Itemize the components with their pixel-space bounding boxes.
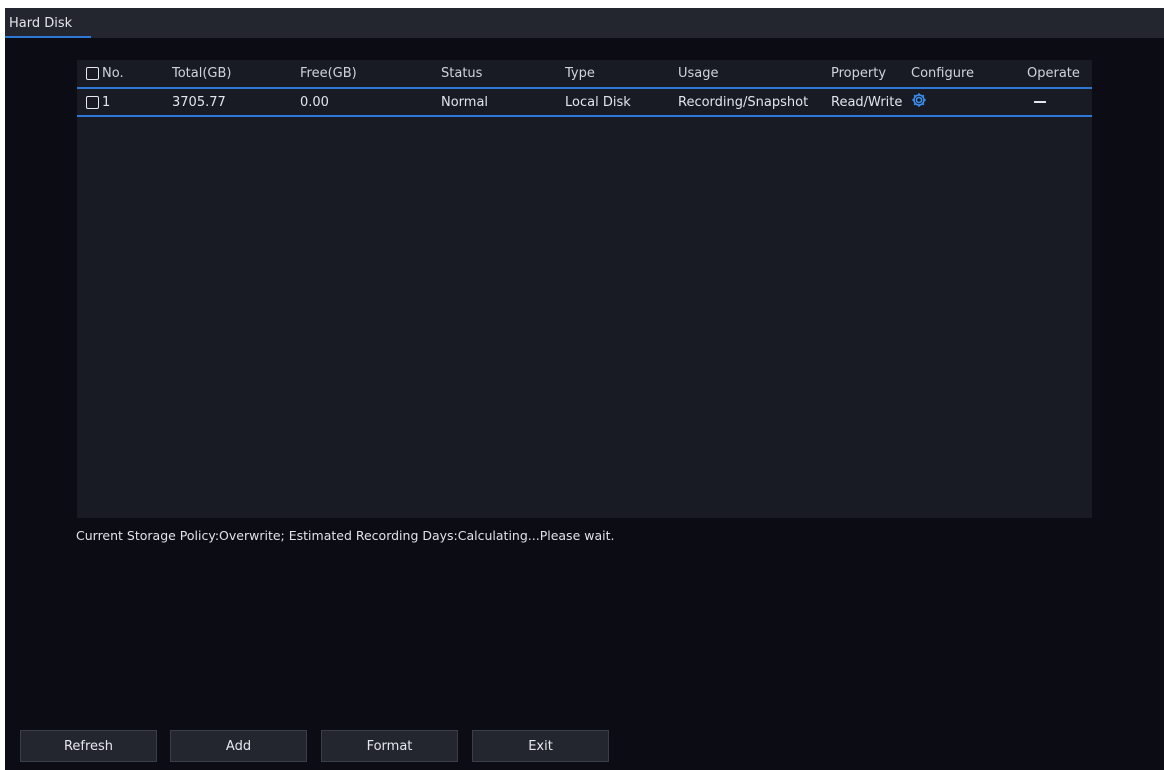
header-no-label: No. <box>102 66 124 81</box>
header-operate: Operate <box>1027 66 1080 81</box>
disk-table: No. Total(GB) Free(GB) Status Type Usage… <box>77 60 1092 518</box>
tab-hard-disk[interactable]: Hard Disk <box>5 8 76 38</box>
header-property: Property <box>831 66 887 81</box>
format-button[interactable]: Format <box>321 730 458 762</box>
gear-icon <box>912 93 926 107</box>
header-no: No. <box>86 66 124 81</box>
row-checkbox[interactable] <box>86 95 99 109</box>
table-header: No. Total(GB) Free(GB) Status Type Usage… <box>77 60 1092 87</box>
header-usage: Usage <box>678 66 719 81</box>
active-tab-indicator <box>5 36 91 38</box>
header-type: Type <box>565 66 595 81</box>
configure-button[interactable] <box>911 92 927 112</box>
header-free: Free(GB) <box>300 66 357 81</box>
header-configure: Configure <box>911 66 975 81</box>
row-divider <box>77 115 1092 117</box>
select-all-checkbox[interactable] <box>86 67 99 80</box>
storage-policy-text: Current Storage Policy:Overwrite; Estima… <box>76 528 615 543</box>
exit-button[interactable]: Exit <box>472 730 609 762</box>
tab-bar: Hard Disk <box>5 8 1164 38</box>
header-status: Status <box>441 66 483 81</box>
row-usage: Recording/Snapshot <box>678 94 809 110</box>
row-free: 0.00 <box>300 94 329 110</box>
row-no-value: 1 <box>102 94 111 110</box>
add-button[interactable]: Add <box>170 730 307 762</box>
row-no: 1 <box>86 95 110 110</box>
hard-disk-window: Hard Disk No. Total(GB) Free(GB) Status … <box>5 8 1164 770</box>
row-operate <box>1027 95 1046 110</box>
row-property: Read/Write <box>831 94 903 110</box>
row-status: Normal <box>441 94 489 110</box>
tab-hard-disk-label: Hard Disk <box>9 15 73 31</box>
header-total: Total(GB) <box>172 66 232 81</box>
row-total: 3705.77 <box>172 94 226 110</box>
refresh-button[interactable]: Refresh <box>20 730 157 762</box>
operate-dash <box>1034 101 1046 103</box>
table-row[interactable]: 1 3705.77 0.00 Normal Local Disk Recordi… <box>77 89 1092 115</box>
row-type: Local Disk <box>565 94 631 110</box>
